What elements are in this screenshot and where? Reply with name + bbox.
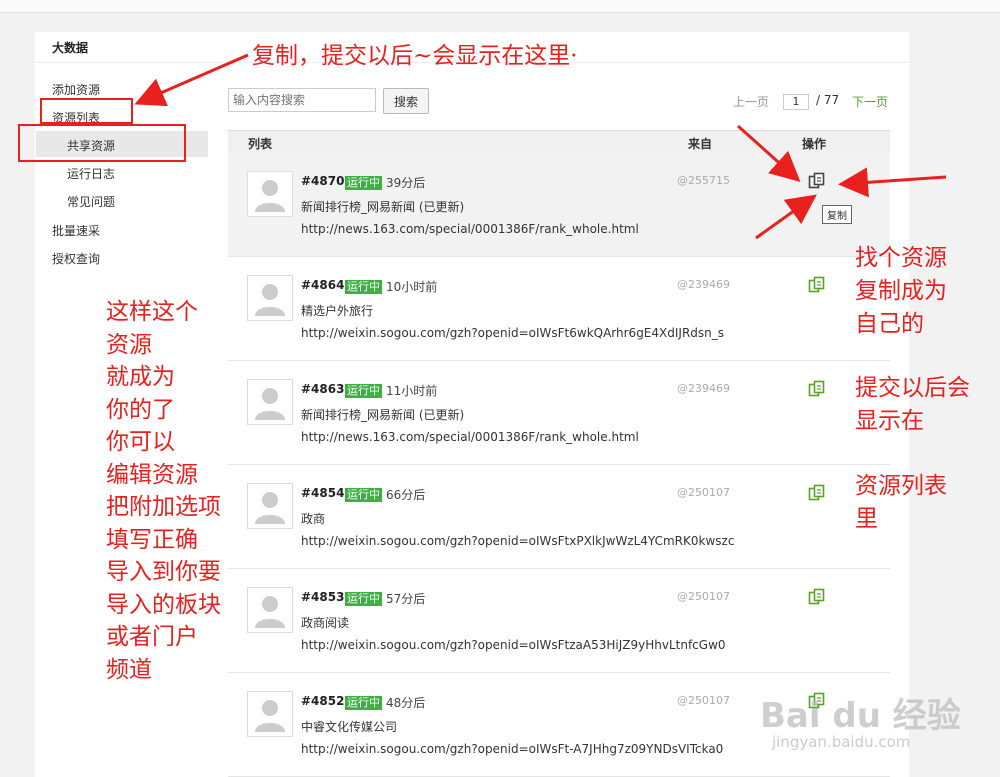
annotation-left-line: 这样这个 [106, 299, 198, 325]
annotation-right-line: 复制成为 [855, 278, 947, 304]
arrow-to-copy-a [736, 124, 801, 183]
annotation-top: 复制，提交以后~会显示在这里· [252, 43, 578, 69]
annotation-right-line: 里 [855, 506, 878, 532]
annotation-left-line: 导入的板块 [106, 591, 221, 618]
arrow-to-copy-b [838, 167, 947, 198]
annotation-left-line: 填写正确 [106, 526, 198, 553]
annotation-left-line: 你的了 [106, 396, 175, 423]
annotation-left-line: 资源 [106, 331, 152, 358]
annotation-left-line: 或者门户 [106, 624, 198, 650]
baidu-watermark-url: jingyan.baidu.com [772, 733, 911, 751]
annotation-left-line: 编辑资源 [106, 461, 198, 488]
arrow-to-copy-c [755, 194, 817, 240]
annotation-right-line: 显示在 [855, 408, 924, 434]
annotation-right-line: 资源列表 [855, 473, 947, 499]
annotation-right-line: 提交以后会 [855, 375, 970, 401]
annotation-left-line: 导入到你要 [106, 559, 221, 585]
annotation-right-line: 找个资源 [855, 245, 947, 271]
annotation-left-line: 你可以 [106, 429, 175, 455]
annotation-left-line: 把附加选项 [106, 494, 221, 520]
arrow-to-resource-list [134, 53, 249, 107]
annotation-left-line: 就成为 [106, 364, 175, 390]
baidu-watermark-logo: Bai du 经验 [760, 696, 961, 736]
annotation-left-line: 频道 [106, 656, 152, 683]
annotation-right-line: 自己的 [855, 311, 924, 337]
